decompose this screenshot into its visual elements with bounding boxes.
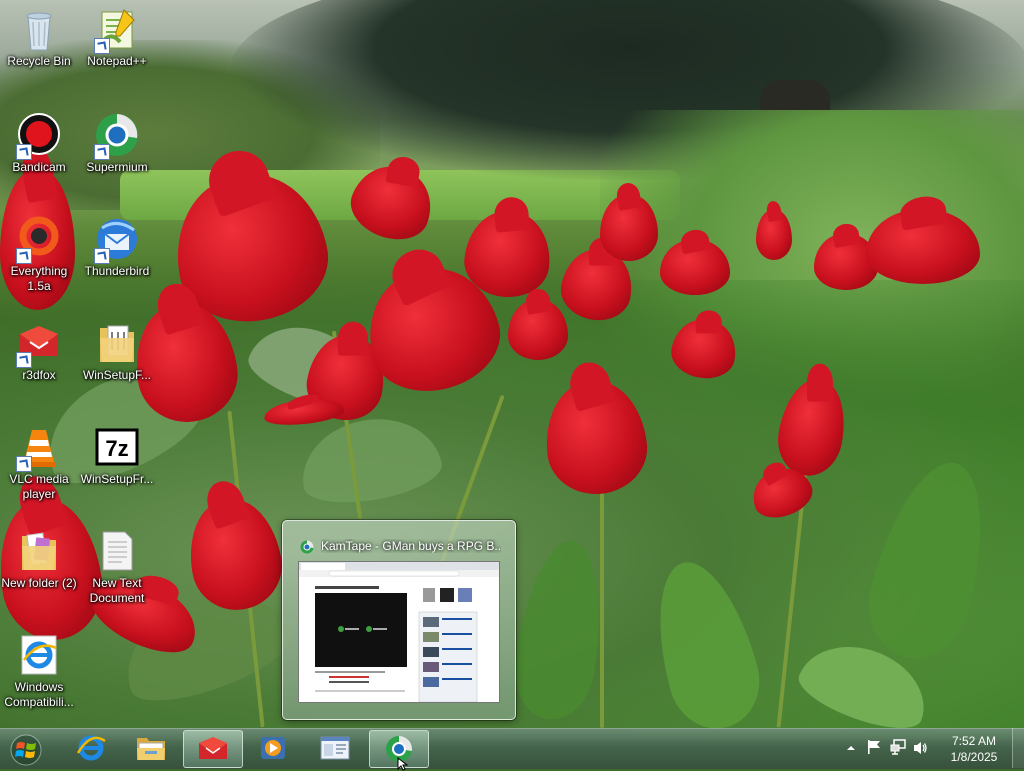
- control-panel-icon: [320, 736, 350, 760]
- supermium-icon: [300, 540, 314, 554]
- r3dfox-icon: [16, 320, 62, 368]
- shortcut-arrow-icon: [16, 248, 32, 264]
- notepad-plus-plus-icon: [94, 6, 140, 54]
- desktop-icon-label: Notepad++: [87, 54, 147, 68]
- clock-time: 7:52 AM: [951, 734, 997, 748]
- taskbar-thumbnail-preview[interactable]: KamTape - GMan buys a RPG B...: [282, 520, 516, 720]
- supermium-icon: [94, 112, 140, 160]
- taskbar-button-control-panel[interactable]: [306, 730, 364, 766]
- taskbar-button-supermium[interactable]: [369, 730, 429, 771]
- desktop-icon-notepad-plus-plus[interactable]: Notepad++: [79, 6, 155, 69]
- taskbar-clock[interactable]: 7:52 AM 1/8/2025: [930, 733, 1018, 765]
- desktop-icon-label: Windows Compatibili...: [4, 680, 74, 709]
- clock-date: 1/8/2025: [950, 750, 998, 764]
- desktop-icon-r3dfox[interactable]: r3dfox: [1, 320, 77, 383]
- network-icon[interactable]: [890, 739, 908, 755]
- desktop-icon-winsetupfr-archive[interactable]: 7z WinSetupFr...: [79, 424, 155, 487]
- desktop-icon-winsetupf-folder[interactable]: WinSetupF...: [79, 320, 155, 383]
- desktop-icon-label: WinSetupFr...: [80, 472, 154, 486]
- thunderbird-icon: [94, 216, 140, 264]
- recycle-bin-icon: [16, 6, 62, 52]
- shortcut-arrow-icon: [94, 248, 110, 264]
- desktop-icon-label: Thunderbird: [84, 264, 150, 278]
- bandicam-icon: [16, 112, 62, 160]
- shortcut-arrow-icon: [94, 38, 110, 54]
- file-explorer-icon: [137, 738, 165, 760]
- folder-icon: [16, 528, 62, 574]
- internet-explorer-icon: [16, 632, 62, 678]
- desktop-icon-windows-compatibility[interactable]: Windows Compatibili...: [1, 632, 77, 710]
- taskbar-button-r3dfox[interactable]: [183, 730, 243, 768]
- desktop-icon-label: New folder (2): [1, 576, 77, 590]
- desktop-icon-label: New Text Document: [89, 576, 145, 605]
- thumbnail-page-preview: [298, 561, 500, 703]
- windows-start-icon: [10, 734, 42, 766]
- shortcut-arrow-icon: [16, 456, 32, 472]
- everything-icon: [16, 216, 62, 264]
- taskbar-button-internet-explorer[interactable]: [62, 730, 120, 766]
- action-center-flag-icon[interactable]: [866, 739, 882, 755]
- desktop-icon-recycle-bin[interactable]: Recycle Bin: [1, 6, 77, 69]
- show-desktop-button[interactable]: [1012, 728, 1024, 768]
- desktop-icon-label: VLC media player: [9, 472, 69, 501]
- desktop-icon-everything[interactable]: Everything 1.5a: [1, 216, 77, 294]
- text-document-icon: [94, 528, 140, 574]
- start-button[interactable]: [4, 734, 48, 766]
- desktop-icon-thunderbird[interactable]: Thunderbird: [79, 216, 155, 279]
- volume-icon[interactable]: [912, 740, 928, 756]
- desktop-icon-supermium[interactable]: Supermium: [79, 112, 155, 175]
- 7zip-archive-icon: 7z: [94, 424, 140, 470]
- r3dfox-icon: [199, 737, 227, 759]
- desktop-icon-label: Bandicam: [12, 160, 66, 174]
- shortcut-arrow-icon: [16, 352, 32, 368]
- desktop-icon-label: Recycle Bin: [7, 54, 71, 68]
- desktop-icon-new-text-document[interactable]: New Text Document: [79, 528, 155, 606]
- desktop-icon-bandicam[interactable]: Bandicam: [1, 112, 77, 175]
- thumbnail-title: KamTape - GMan buys a RPG B...: [321, 539, 501, 553]
- folder-icon: [94, 320, 140, 366]
- taskbar-button-media-player[interactable]: [244, 730, 302, 766]
- mouse-cursor-icon: [397, 757, 409, 771]
- shortcut-arrow-icon: [16, 144, 32, 160]
- vlc-icon: [16, 424, 62, 472]
- desktop-icon-label: Supermium: [86, 160, 148, 174]
- media-player-icon: [261, 737, 285, 759]
- desktop-icon-label: WinSetupF...: [82, 368, 152, 382]
- svg-text:7z: 7z: [105, 436, 128, 461]
- shortcut-arrow-icon: [94, 144, 110, 160]
- desktop-icon-new-folder-2[interactable]: New folder (2): [1, 528, 77, 591]
- desktop-icon-label: Everything 1.5a: [10, 264, 68, 293]
- taskbar-button-file-explorer[interactable]: [122, 730, 180, 766]
- desktop-icon-vlc[interactable]: VLC media player: [1, 424, 77, 502]
- show-hidden-icons-icon[interactable]: [846, 743, 856, 753]
- desktop-icon-label: r3dfox: [22, 368, 56, 382]
- internet-explorer-icon: [76, 735, 106, 761]
- notification-area: [840, 728, 930, 768]
